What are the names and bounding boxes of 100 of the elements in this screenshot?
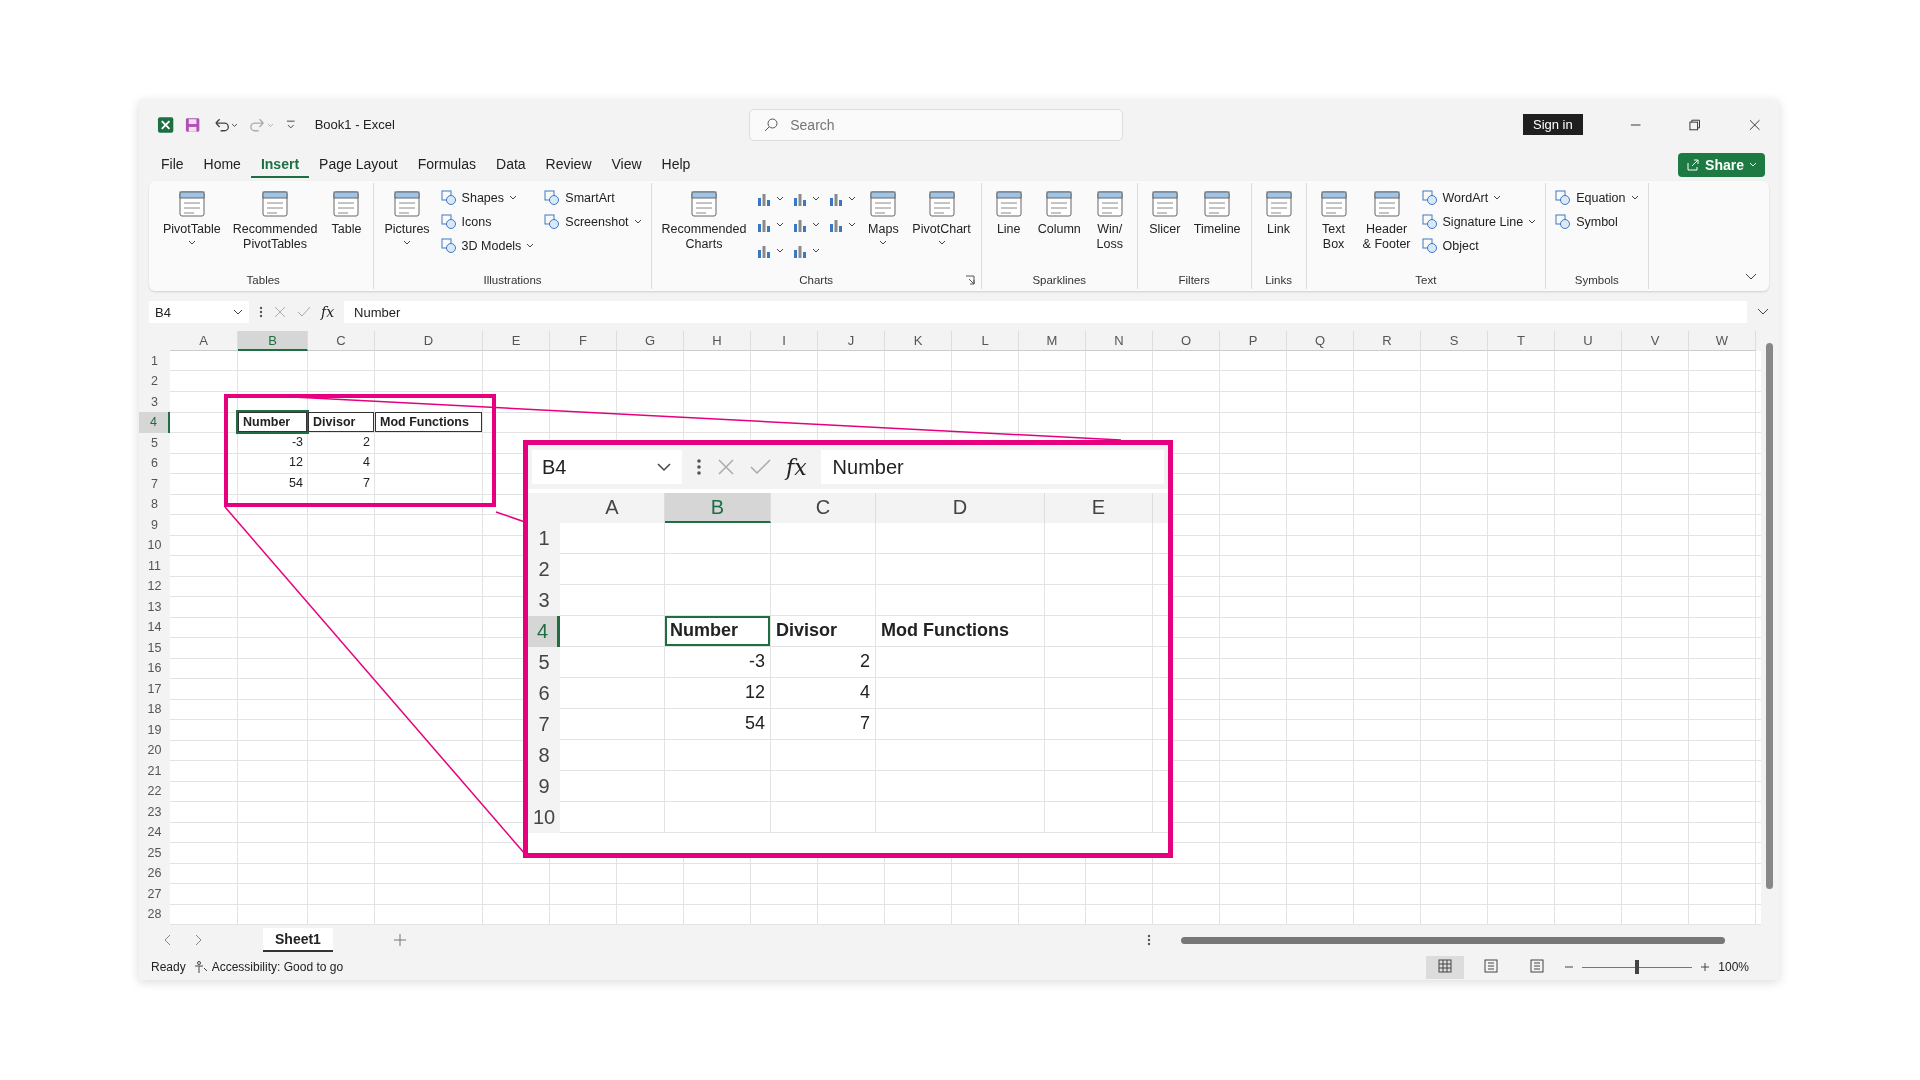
row-number[interactable]: 10 [139,535,170,556]
row-number[interactable]: 2 [139,371,170,392]
zoom-slider-thumb[interactable] [1635,960,1640,975]
insert-function-button[interactable]: fx [786,454,807,480]
grid-heading[interactable]: L [952,330,1019,351]
more-options-icon[interactable] [259,305,263,319]
zoom-level[interactable]: 100% [1718,960,1749,975]
formula-field[interactable]: Number [820,450,1164,484]
ribbon-button[interactable]: SmartArt [541,188,645,207]
accessibility-icon[interactable] [193,960,208,975]
grid-heading[interactable]: F [550,330,617,351]
grid-heading[interactable]: Q [1287,330,1354,351]
menu-tab[interactable]: File [151,152,194,179]
row-number[interactable]: 7 [528,709,560,740]
menu-tab[interactable]: Insert [250,152,310,179]
ribbon-button[interactable]: Signature Line [1418,212,1540,231]
grid-heading[interactable]: G [617,330,684,351]
menu-tab[interactable]: Data [486,152,536,179]
row-number[interactable]: 3 [528,585,560,616]
ribbon-button[interactable]: Timeline [1189,186,1245,272]
accessibility-status[interactable]: Accessibility: Good to go [211,960,344,975]
grid-heading[interactable]: H [684,330,751,351]
share-button[interactable]: Share [1678,153,1765,178]
row-number[interactable]: 14 [139,617,170,638]
ribbon-button[interactable]: Equation [1552,188,1642,207]
grid-heading[interactable]: B [238,330,308,351]
row-number[interactable]: 18 [139,699,170,720]
more-options-icon[interactable] [696,457,702,477]
grid-heading[interactable]: I [751,330,818,351]
ribbon-button[interactable]: Win/ Loss [1088,186,1131,272]
row-number[interactable]: 5 [139,432,170,454]
grid-heading[interactable]: J [818,330,885,351]
row-number[interactable]: 16 [139,658,170,679]
row-number[interactable]: 25 [139,842,170,864]
view-button[interactable] [1426,955,1465,979]
formula-field[interactable]: Number [344,301,1747,323]
row-number[interactable]: 4 [139,412,170,433]
grid-heading[interactable]: R [1354,330,1421,351]
row-number[interactable]: 8 [139,494,170,515]
zoom-in-icon[interactable] [1700,962,1711,973]
row-number[interactable]: 23 [139,801,170,823]
row-number[interactable]: 9 [528,771,560,802]
ribbon-button[interactable]: Recommended Charts [657,186,751,272]
ribbon-button[interactable]: 3D Models [437,236,538,255]
row-number[interactable]: 3 [139,391,170,413]
grid-heading[interactable]: E [483,330,550,351]
menu-tab[interactable]: Formulas [407,152,487,179]
ribbon-button[interactable]: Icons [437,212,538,231]
ribbon-button[interactable]: PivotTable [159,186,225,272]
grid-heading[interactable]: O [1153,330,1220,351]
grid-heading[interactable]: K [885,330,952,351]
ribbon-button[interactable]: Header & Footer [1358,186,1415,272]
menu-tab[interactable]: View [601,152,652,179]
row-number[interactable]: 5 [528,647,560,678]
save-icon[interactable] [184,115,202,134]
row-number[interactable]: 1 [139,350,170,372]
row-number[interactable]: 1 [528,523,560,554]
row-number[interactable]: 28 [139,904,170,925]
row-number[interactable]: 12 [139,576,170,597]
row-number[interactable]: 7 [139,473,170,495]
ribbon-button[interactable]: Screenshot [541,212,645,231]
ribbon-button[interactable]: Maps [862,186,905,272]
collapse-ribbon-icon[interactable] [1745,273,1757,282]
row-number[interactable]: 20 [139,740,170,761]
restore-icon[interactable] [1688,117,1702,132]
ribbon-button[interactable]: WordArt [1418,188,1540,207]
insert-function-button[interactable]: fx [321,304,335,320]
row-number[interactable]: 2 [528,554,560,585]
grid-heading[interactable]: C [308,330,375,351]
grid-heading[interactable]: N [1086,330,1153,351]
menu-tab[interactable]: Review [535,152,602,179]
row-number[interactable]: 17 [139,678,170,700]
grid-heading[interactable]: S [1421,330,1488,351]
row-number[interactable]: 19 [139,719,170,741]
dialog-launcher-icon[interactable] [964,275,975,286]
previous-sheet-icon[interactable] [163,933,173,946]
ribbon-button[interactable]: Link [1257,186,1300,272]
search-field[interactable]: Search [749,108,1123,141]
row-number[interactable]: 21 [139,760,170,782]
menu-tab[interactable]: Help [651,152,701,179]
expand-formula-bar-icon[interactable] [1757,308,1769,316]
row-number[interactable]: 6 [528,678,560,709]
row-number[interactable]: 22 [139,781,170,802]
sheet-tab[interactable]: Sheet1 [263,927,333,952]
row-number[interactable]: 26 [139,863,170,884]
menu-tab[interactable]: Home [193,152,251,179]
grid-heading[interactable]: U [1555,330,1622,351]
name-box[interactable]: B4 [532,450,682,484]
ribbon-button[interactable]: Line [987,186,1030,272]
row-number[interactable]: 8 [528,740,560,771]
check-icon[interactable] [750,457,772,477]
row-number[interactable]: 27 [139,883,170,905]
row-number[interactable]: 6 [139,453,170,474]
menu-tab[interactable]: Page Layout [309,152,408,179]
ribbon-button[interactable]: Recommended PivotTables [228,186,322,272]
row-number[interactable]: 10 [528,802,560,833]
ribbon-button[interactable]: Symbol [1552,212,1642,231]
ribbon-button[interactable]: Column [1033,186,1085,272]
row-number[interactable]: 9 [139,514,170,536]
close-icon[interactable] [1747,117,1761,132]
